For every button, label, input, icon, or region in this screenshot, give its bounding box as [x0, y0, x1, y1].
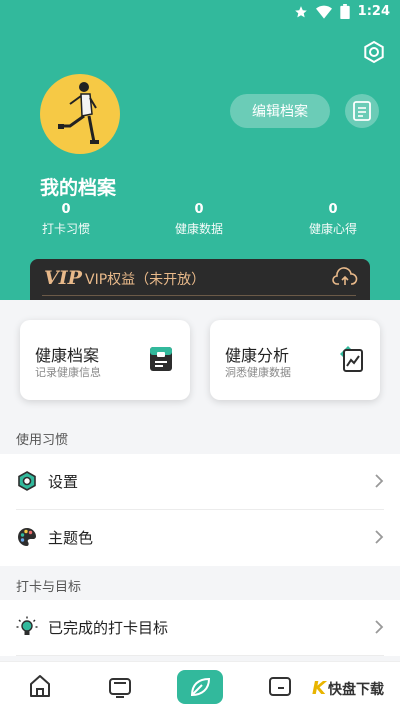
document-button[interactable]	[345, 94, 379, 128]
settings-row[interactable]: 设置	[0, 454, 400, 510]
status-time: 1:24	[357, 4, 390, 19]
health-record-icon	[150, 347, 172, 371]
row-divider	[16, 655, 384, 656]
card-subtitle: 洞悉健康数据	[225, 366, 291, 379]
row-label: 主题色	[48, 529, 94, 547]
watermark-k-icon: K	[312, 678, 326, 699]
cloud-upload-icon	[332, 267, 358, 285]
battery-icon	[339, 4, 350, 19]
leaf-icon	[190, 677, 211, 697]
tv-icon[interactable]	[106, 672, 134, 700]
vip-logo: VIP	[44, 267, 82, 289]
vip-divider	[42, 295, 356, 296]
stat-health-notes[interactable]: 0 健康心得	[293, 201, 373, 239]
stat-value: 0	[194, 202, 204, 217]
section-label-checkin: 打卡与目标	[16, 580, 82, 595]
settings-gear-icon[interactable]	[362, 40, 386, 64]
avatar[interactable]	[40, 74, 120, 154]
profile-title: 我的档案	[40, 177, 117, 199]
palette-icon	[18, 527, 37, 546]
theme-color-row[interactable]: 主题色	[0, 510, 400, 566]
edit-profile-button[interactable]: 编辑档案	[230, 94, 330, 128]
watermark-text: 快盘下载	[327, 681, 384, 698]
section-label-habits: 使用习惯	[16, 433, 69, 448]
profile-header: 1:24 编辑档案 我的档案 0 打卡习惯 0 健康数据 0 健康心得	[0, 0, 400, 300]
stat-label: 健康数据	[174, 222, 223, 236]
status-bar: 1:24	[0, 0, 400, 26]
stat-label: 健康心得	[308, 222, 357, 236]
star-icon	[294, 5, 307, 17]
row-label: 设置	[48, 473, 79, 491]
stat-checkin-habits[interactable]: 0 打卡习惯	[26, 201, 106, 239]
health-record-card[interactable]: 健康档案 记录健康信息	[20, 320, 190, 400]
document-icon	[353, 101, 371, 121]
card-title: 健康档案	[35, 346, 100, 365]
watermark-logo: K 快盘下载	[312, 678, 384, 699]
chart-analysis-icon	[340, 346, 363, 372]
stat-value: 0	[61, 202, 71, 217]
lightbulb-icon	[16, 616, 38, 635]
home-icon[interactable]	[26, 672, 54, 700]
row-label: 已完成的打卡目标	[48, 619, 169, 637]
card-subtitle: 记录健康信息	[35, 366, 101, 379]
wifi-icon	[315, 5, 332, 19]
gear-icon	[18, 471, 36, 491]
health-analysis-card[interactable]: 健康分析 洞悉健康数据	[210, 320, 380, 400]
card-title: 健康分析	[225, 346, 290, 365]
chevron-right-icon	[375, 474, 384, 488]
vip-text: VIP权益（未开放）	[85, 272, 206, 288]
nav-leaf-button[interactable]	[177, 670, 223, 704]
stat-health-data[interactable]: 0 健康数据	[159, 201, 239, 239]
stat-label: 打卡习惯	[41, 222, 90, 236]
chevron-right-icon	[375, 530, 384, 544]
chevron-right-icon	[375, 620, 384, 634]
stat-value: 0	[328, 202, 338, 217]
completed-goals-row[interactable]: 已完成的打卡目标	[0, 600, 400, 656]
wallet-icon[interactable]	[266, 672, 294, 700]
